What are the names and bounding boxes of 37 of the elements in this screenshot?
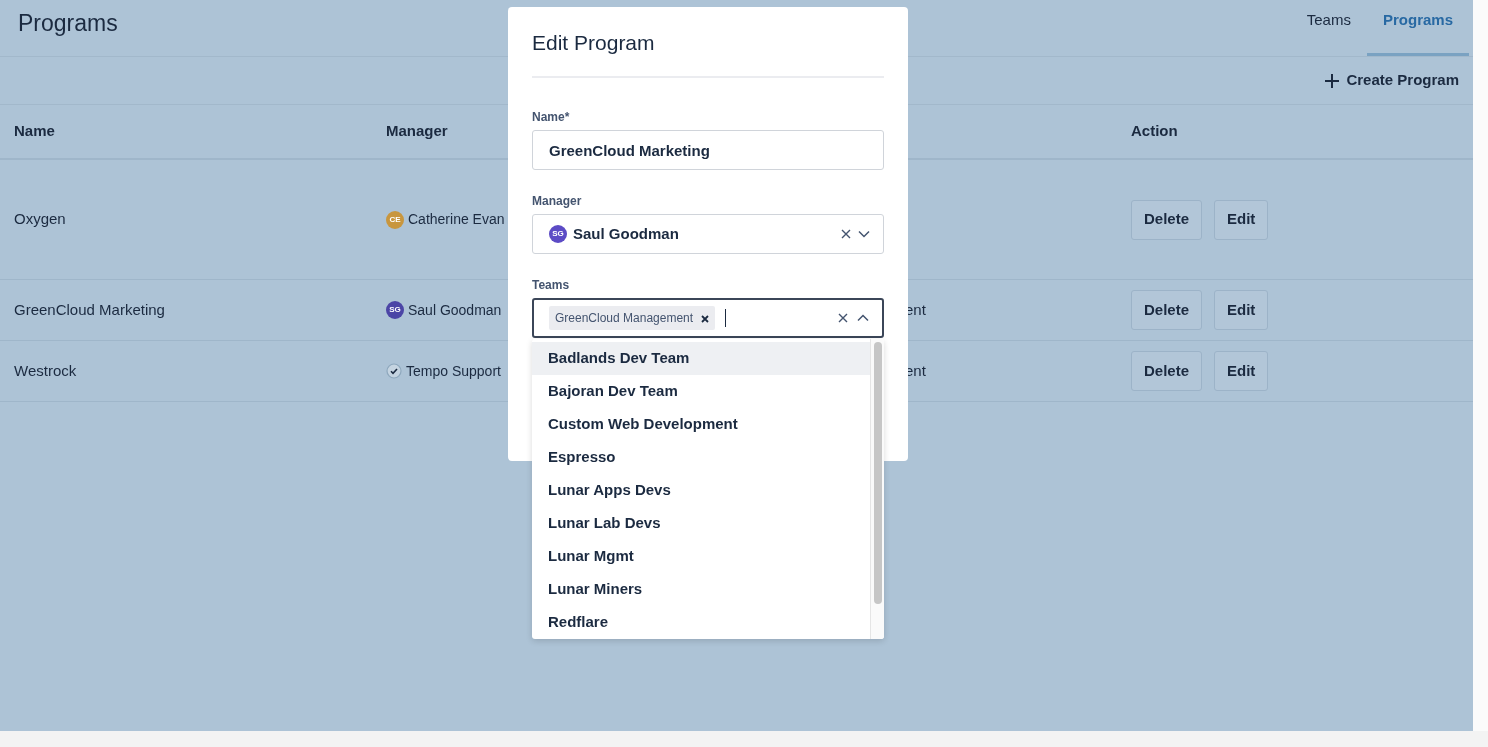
field-label: Teams: [532, 277, 571, 295]
dropdown-option[interactable]: Lunar Miners: [532, 573, 870, 606]
dropdown-option[interactable]: Badlands Dev Team: [532, 342, 870, 375]
modal-title: Edit Program: [532, 7, 884, 79]
dropdown-option[interactable]: Lunar Apps Devs: [532, 474, 870, 507]
teams-select[interactable]: GreenCloud Management: [532, 298, 884, 339]
page-title: Programs: [18, 10, 118, 38]
manager-name: Saul Goodman: [408, 300, 502, 320]
dropdown-option[interactable]: Lunar Mgmt: [532, 540, 870, 573]
table-cell-text: GreenCloud Marketing: [13, 299, 166, 320]
manager-name: Tempo Support: [406, 361, 501, 381]
dropdown-option[interactable]: Espresso: [532, 441, 870, 474]
dropdown-option[interactable]: Bajoran Dev Team: [532, 375, 870, 408]
dropdown-option[interactable]: Lunar Lab Devs: [532, 507, 870, 540]
edit-button[interactable]: Edit: [1214, 351, 1269, 391]
avatar: SG: [549, 225, 567, 244]
dropdown-option[interactable]: Redflare: [532, 606, 870, 639]
edit-button[interactable]: Edit: [1214, 199, 1269, 240]
table-cell-text: Oxygen: [13, 209, 67, 230]
avatar: SG: [386, 301, 404, 319]
create-program-button[interactable]: Create Program: [1324, 69, 1459, 92]
name-input[interactable]: GreenCloud Marketing: [532, 130, 884, 171]
dropdown-option[interactable]: Custom Web Development: [532, 408, 870, 441]
manager-select[interactable]: SG Saul Goodman: [532, 214, 884, 255]
table-cell-text: Westrock: [13, 360, 78, 381]
edit-button[interactable]: Edit: [1214, 290, 1269, 330]
column-header: Name: [13, 121, 56, 142]
field-label: Manager: [532, 193, 583, 211]
delete-button[interactable]: Delete: [1131, 351, 1203, 391]
avatar: CE: [386, 210, 404, 229]
field-label: Name*: [532, 109, 571, 127]
manager-name: Catherine Evan: [408, 210, 505, 229]
nav-tab[interactable]: Teams: [1290, 0, 1367, 56]
delete-button[interactable]: Delete: [1131, 290, 1203, 330]
column-header: Manager: [385, 121, 449, 142]
delete-button[interactable]: Delete: [1131, 199, 1203, 240]
column-header: Action: [1130, 121, 1179, 142]
